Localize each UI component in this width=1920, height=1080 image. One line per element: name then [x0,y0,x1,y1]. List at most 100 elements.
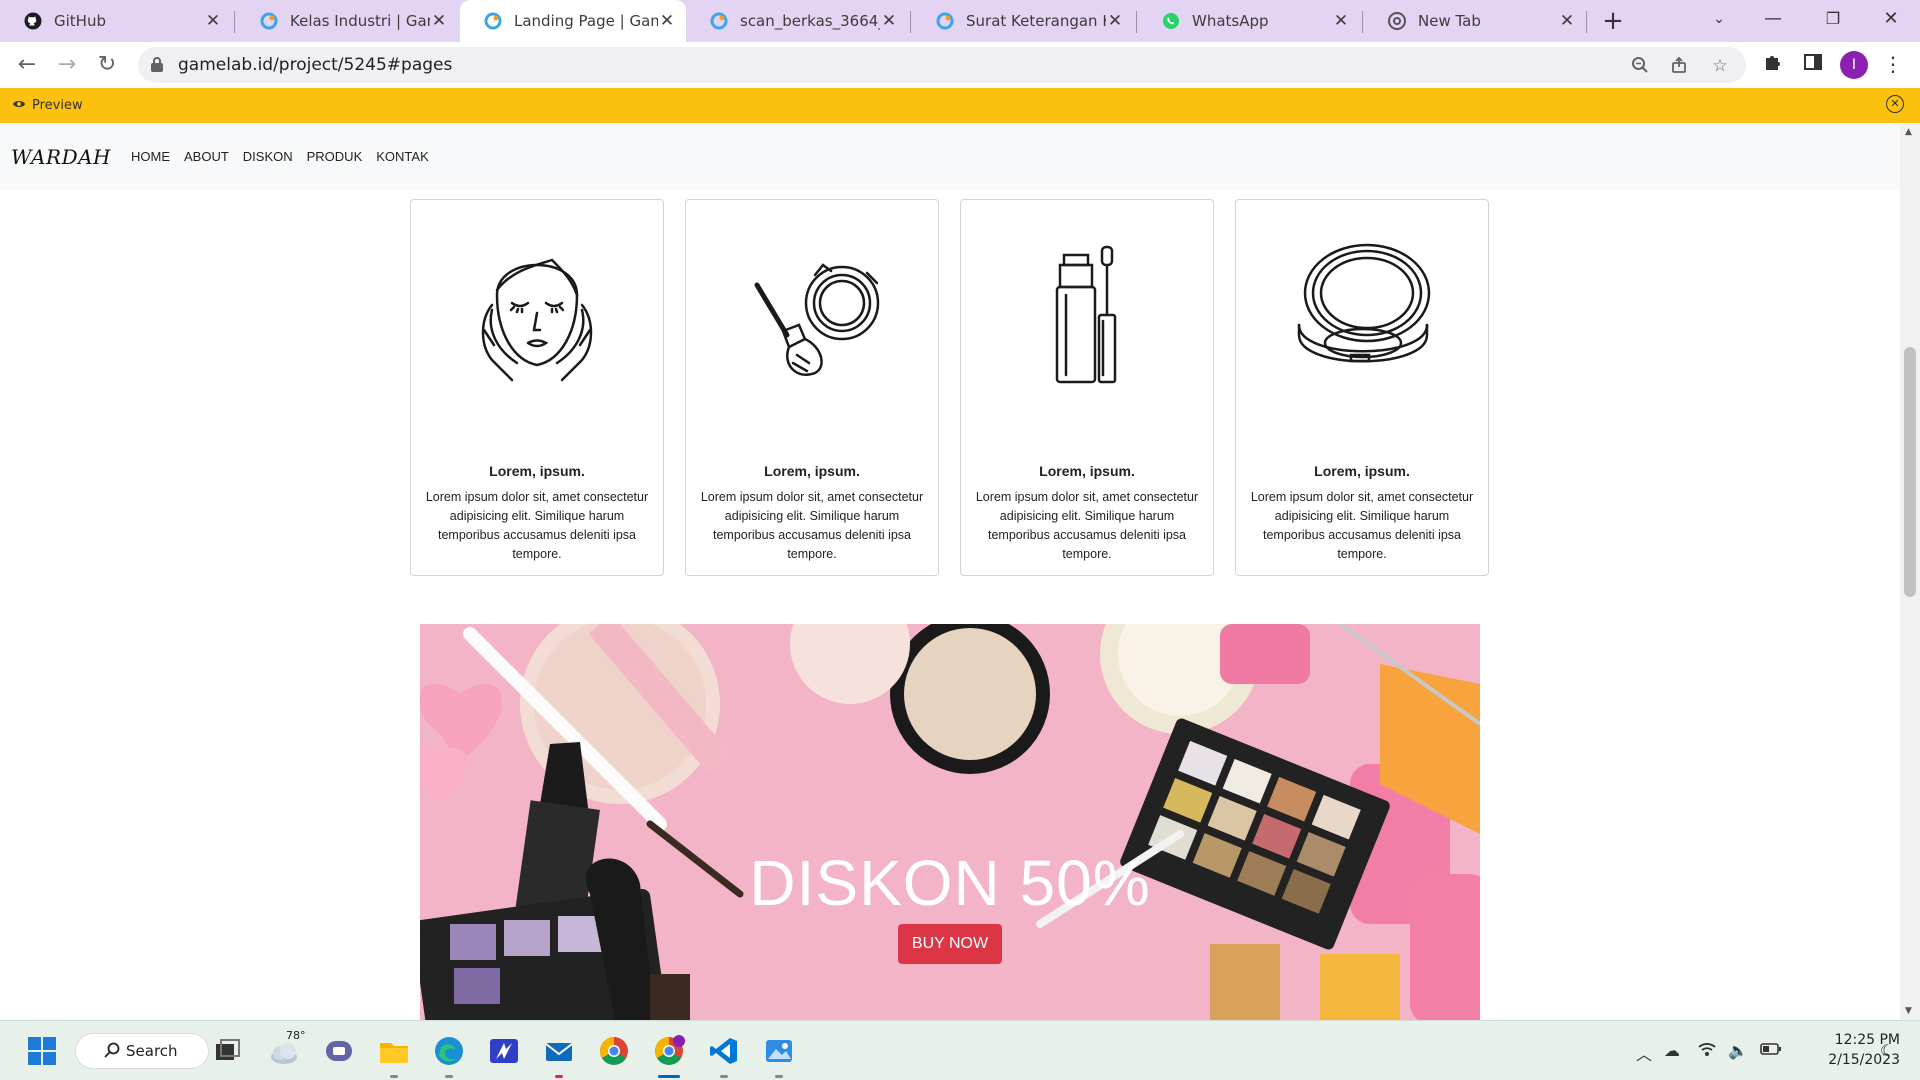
photos-icon[interactable] [763,1035,795,1067]
running-indicator [720,1075,728,1078]
restore-icon[interactable]: ❐ [1810,0,1856,38]
browser-toolbar: ← → ↻ gamelab.id/project/5245#pages ☆ I … [0,42,1920,88]
close-tab-icon[interactable]: ✕ [430,11,448,31]
brand-logo[interactable]: WARDAH [11,145,111,169]
card-title: Lorem, ipsum. [1314,463,1410,479]
lock-icon [150,56,164,77]
tab-github[interactable]: GitHub ✕ [0,0,232,42]
bookmark-star-icon[interactable]: ☆ [1710,56,1730,76]
card-text: Lorem ipsum dolor sit, amet consectetur … [425,490,649,561]
tab-landing-page[interactable]: Landing Page | Gamel ✕ [460,0,686,42]
scroll-down-icon[interactable]: ▼ [1905,1006,1912,1016]
feature-card: Lorem, ipsum. Lorem ipsum dolor sit, ame… [1235,199,1489,576]
gamelab-icon [936,12,954,30]
gamelab-icon [260,12,278,30]
tab-title: Kelas Industri | Gamel [290,12,430,30]
tab-title: WhatsApp [1192,12,1269,30]
browser-tab-strip: GitHub ✕ Kelas Industri | Gamel ✕ Landin… [0,0,1920,42]
nav-kontak[interactable]: KONTAK [376,149,429,164]
powerautomate-icon[interactable] [488,1035,520,1067]
profile-avatar[interactable]: I [1840,51,1868,79]
running-indicator [555,1075,563,1078]
notification-moon-icon[interactable]: ☾ [1880,1041,1894,1060]
mail-icon[interactable] [543,1035,575,1067]
eye-icon [12,98,26,112]
task-view-icon[interactable] [212,1035,244,1067]
close-window-icon[interactable]: ✕ [1868,0,1914,38]
chrome-icon [1388,12,1406,30]
active-indicator [658,1075,680,1078]
teams-chat-icon[interactable] [323,1035,355,1067]
volume-icon[interactable]: 🔈 [1728,1041,1748,1060]
card-text: Lorem ipsum dolor sit, amet consectetur … [1250,490,1474,561]
windows-taskbar: Search 78° ︿ ☁ 🔈 12:25 PM 2/15/2023 ☾ [0,1020,1920,1080]
chrome-profile-icon[interactable] [653,1035,685,1067]
tab-separator [1362,11,1363,33]
running-indicator [445,1075,453,1078]
close-tab-icon[interactable]: ✕ [1558,11,1576,31]
preview-label: Preview [32,98,83,113]
close-tab-icon[interactable]: ✕ [1332,11,1350,31]
wifi-icon[interactable] [1698,1041,1716,1061]
gamelab-icon [484,12,502,30]
site-navbar: WARDAH HOME ABOUT DISKON PRODUK KONTAK [0,123,1900,190]
reload-icon[interactable]: ↻ [90,48,124,82]
minimize-icon[interactable]: — [1750,0,1796,38]
back-arrow-icon[interactable]: ← [10,48,44,82]
card-title: Lorem, ipsum. [1039,463,1135,479]
url-text: gamelab.id/project/5245#pages [178,55,453,75]
tab-title: Landing Page | Gamel [514,12,658,30]
promo-banner: DISKON 50% BUY NOW [420,624,1480,1020]
preview-bar: Preview ✕ [0,88,1920,123]
edge-icon[interactable] [433,1035,465,1067]
close-tab-icon[interactable]: ✕ [880,11,898,31]
tab-title: Surat Keterangan KP I [966,12,1106,30]
zoom-icon[interactable] [1630,56,1650,79]
feature-card: Lorem, ipsum. Lorem ipsum dolor sit, ame… [960,199,1214,576]
whatsapp-icon [1162,12,1180,30]
scrollbar-thumb[interactable] [1904,347,1916,597]
side-panel-icon[interactable] [1800,52,1826,77]
taskbar-search[interactable]: Search [75,1033,209,1069]
vscode-icon[interactable] [708,1035,740,1067]
nav-about[interactable]: ABOUT [184,149,229,164]
page-scrollbar[interactable]: ▲ ▼ [1900,123,1920,1020]
running-indicator [390,1075,398,1078]
tab-surat-keterangan[interactable]: Surat Keterangan KP I ✕ [912,0,1134,42]
new-tab-button[interactable]: + [1598,6,1628,36]
scroll-up-icon[interactable]: ▲ [1905,127,1912,137]
nav-diskon[interactable]: DISKON [243,149,293,164]
more-menu-icon[interactable]: ⋮ [1880,52,1906,76]
close-tab-icon[interactable]: ✕ [204,11,222,31]
face-skincare-icon [411,230,663,400]
battery-icon[interactable] [1760,1041,1782,1060]
show-hidden-icons-chevron-icon[interactable]: ︿ [1636,1041,1652,1065]
gamelab-icon [710,12,728,30]
tab-search-chevron-icon[interactable]: ⌄ [1696,0,1742,38]
file-explorer-icon[interactable] [378,1035,410,1067]
address-bar[interactable]: gamelab.id/project/5245#pages ☆ [138,47,1746,83]
nav-home[interactable]: HOME [131,149,170,164]
tab-separator [1136,11,1137,33]
tab-scan-berkas[interactable]: scan_berkas_3664_202 ✕ [686,0,908,42]
chrome-icon[interactable] [598,1035,630,1067]
extensions-puzzle-icon[interactable] [1760,52,1786,77]
compact-powder-icon [1236,230,1488,400]
tab-new-tab[interactable]: New Tab ✕ [1364,0,1586,42]
close-tab-icon[interactable]: ✕ [658,11,676,31]
share-icon[interactable] [1670,56,1690,79]
tab-kelas-industri[interactable]: Kelas Industri | Gamel ✕ [236,0,458,42]
tab-whatsapp[interactable]: WhatsApp ✕ [1138,0,1360,42]
close-preview-icon[interactable]: ✕ [1886,95,1904,113]
search-label: Search [126,1042,178,1060]
nav-produk[interactable]: PRODUK [307,149,363,164]
forward-arrow-icon[interactable]: → [50,48,84,82]
close-tab-icon[interactable]: ✕ [1106,11,1124,31]
buy-now-button[interactable]: BUY NOW [898,924,1002,964]
windows-start-icon[interactable] [26,1035,58,1067]
onedrive-cloud-icon[interactable]: ☁ [1664,1041,1680,1060]
weather-temp: 78° [286,1029,306,1042]
feature-card: Lorem, ipsum. Lorem ipsum dolor sit, ame… [410,199,664,576]
brush-compact-icon [686,230,938,400]
tab-separator [910,11,911,33]
